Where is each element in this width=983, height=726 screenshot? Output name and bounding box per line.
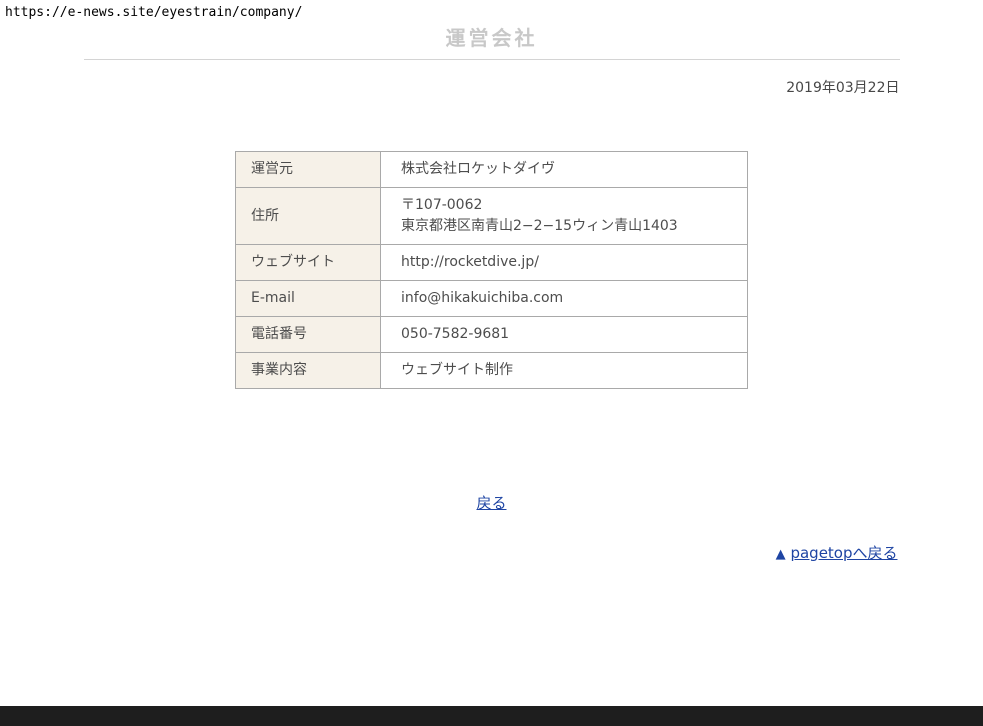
row-value: http://rocketdive.jp/ bbox=[381, 245, 748, 281]
table-row: E-mail info@hikakuichiba.com bbox=[236, 281, 748, 317]
table-row: 事業内容 ウェブサイト制作 bbox=[236, 353, 748, 389]
row-label: ウェブサイト bbox=[236, 245, 381, 281]
row-label: E-mail bbox=[236, 281, 381, 317]
row-label: 運営元 bbox=[236, 152, 381, 188]
page-title: 運営会社 bbox=[84, 22, 900, 60]
pagetop-link-label: pagetopへ戻る bbox=[790, 544, 897, 562]
table-row: 電話番号 050-7582-9681 bbox=[236, 317, 748, 353]
company-info-table: 運営元 株式会社ロケットダイヴ 住所 〒107-0062 東京都港区南青山2−2… bbox=[235, 151, 748, 389]
back-link-row: 戻る bbox=[84, 492, 900, 513]
table-row: 住所 〒107-0062 東京都港区南青山2−2−15ウィン青山1403 bbox=[236, 188, 748, 245]
back-link[interactable]: 戻る bbox=[476, 494, 506, 512]
pagetop-link-row: ▲ pagetopへ戻る bbox=[84, 542, 900, 563]
row-value: info@hikakuichiba.com bbox=[381, 281, 748, 317]
publish-date: 2019年03月22日 bbox=[84, 77, 900, 97]
row-value: 〒107-0062 東京都港区南青山2−2−15ウィン青山1403 bbox=[381, 188, 748, 245]
page-url-text: https://e-news.site/eyestrain/company/ bbox=[5, 5, 302, 20]
row-value: ウェブサイト制作 bbox=[381, 353, 748, 389]
main-content: 運営会社 2019年03月22日 運営元 株式会社ロケットダイヴ 住所 〒107… bbox=[84, 0, 900, 563]
table-row: ウェブサイト http://rocketdive.jp/ bbox=[236, 245, 748, 281]
up-triangle-icon: ▲ bbox=[776, 547, 786, 562]
pagetop-link[interactable]: ▲ pagetopへ戻る bbox=[776, 544, 898, 562]
row-label: 住所 bbox=[236, 188, 381, 245]
footer-bar bbox=[0, 706, 983, 726]
table-row: 運営元 株式会社ロケットダイヴ bbox=[236, 152, 748, 188]
row-value: 050-7582-9681 bbox=[381, 317, 748, 353]
row-label: 事業内容 bbox=[236, 353, 381, 389]
row-value: 株式会社ロケットダイヴ bbox=[381, 152, 748, 188]
row-label: 電話番号 bbox=[236, 317, 381, 353]
